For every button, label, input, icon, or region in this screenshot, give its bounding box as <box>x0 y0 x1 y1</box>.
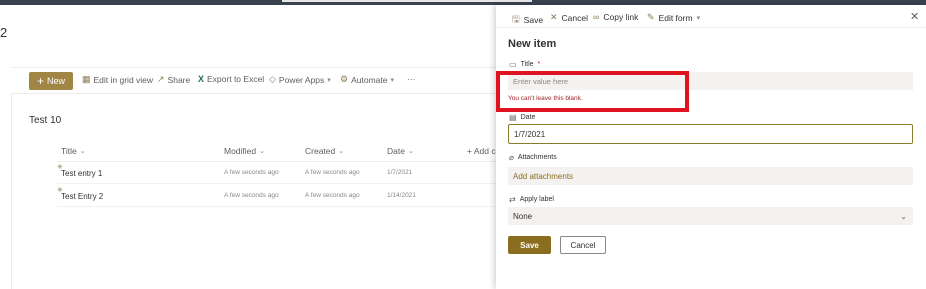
row-1-date: 1/7/2021 <box>387 169 413 176</box>
new-item-panel: 🖫 Save ✕ Cancel ∞ Copy link ✎ Edit form … <box>496 5 926 289</box>
chevron-down-icon: ⌄ <box>259 148 266 155</box>
new-button[interactable]: + New <box>29 72 73 90</box>
apply-label-field-label: ⇄ Apply label <box>509 195 554 204</box>
column-created-label: Created <box>305 146 336 156</box>
column-date-label: Date <box>387 146 405 156</box>
error-highlight-box <box>496 71 689 112</box>
save-icon: 🖫 <box>512 14 520 24</box>
left-divider <box>11 94 12 289</box>
share-icon: ↗ <box>157 74 165 84</box>
column-header-created[interactable]: Created ⌄ <box>305 146 344 156</box>
add-column-label: + Add c <box>467 146 496 156</box>
date-value: 1/7/2021 <box>514 129 546 139</box>
copy-link-label: Copy link <box>603 12 639 22</box>
chevron-down-icon: ▾ <box>696 14 701 22</box>
edit-form-button[interactable]: ✎ Edit form ▾ <box>647 12 700 23</box>
row-1-created: A few seconds ago <box>305 169 360 176</box>
excel-icon: X <box>198 74 205 84</box>
column-title-label: Title <box>61 146 77 156</box>
close-icon: ✕ <box>550 12 558 22</box>
row-2-created: A few seconds ago <box>305 192 360 199</box>
edit-form-label: Edit form <box>658 12 693 23</box>
row-2-modified: A few seconds ago <box>224 192 279 199</box>
calendar-icon: ▤ <box>509 113 517 122</box>
share-button[interactable]: ↗ Share <box>157 74 190 85</box>
column-header-title[interactable]: Title ⌄ <box>61 146 86 156</box>
top-bar-segment <box>282 0 532 2</box>
toolbar-divider <box>496 27 926 28</box>
chevron-down-icon: ⌄ <box>900 211 907 221</box>
panel-cancel-label: Cancel <box>561 12 589 23</box>
row-1-title[interactable]: Test entry 1 <box>61 169 102 178</box>
close-icon[interactable]: ✕ <box>910 10 919 23</box>
list-title: Test 10 <box>29 115 62 126</box>
title-label-text: Title <box>520 61 534 68</box>
row-divider <box>57 206 497 207</box>
chevron-down-icon: ⌄ <box>407 148 414 155</box>
grid-icon: ▦ <box>82 74 91 84</box>
add-column-button[interactable]: + Add c <box>467 146 496 156</box>
panel-title: New item <box>508 38 557 50</box>
copy-link-button[interactable]: ∞ Copy link <box>593 12 638 22</box>
panel-save-button[interactable]: 🖫 Save <box>512 12 543 28</box>
more-button[interactable]: ··· <box>407 74 416 84</box>
automate-button[interactable]: ⚙ Automate ▾ <box>340 74 394 85</box>
edit-grid-label: Edit in grid view <box>93 74 154 85</box>
power-apps-button[interactable]: ◇ Power Apps ▾ <box>269 74 331 85</box>
panel-cancel-button[interactable]: ✕ Cancel <box>550 12 588 23</box>
add-attachments-text: Add attachments <box>513 171 574 181</box>
export-label: Export to Excel <box>207 74 265 84</box>
panel-save-label: Save <box>523 15 544 25</box>
row-divider <box>57 183 497 184</box>
date-input[interactable]: 1/7/2021 <box>508 124 913 144</box>
row-2-title[interactable]: Test Entry 2 <box>61 192 103 201</box>
row-2-date: 1/14/2021 <box>387 192 416 199</box>
paperclip-icon: ⌀ <box>509 153 514 162</box>
automate-icon: ⚙ <box>340 74 349 84</box>
automate-label: Automate <box>351 74 388 85</box>
more-icon: ··· <box>407 74 416 84</box>
chevron-down-icon: ▾ <box>327 76 331 84</box>
apply-label-text: Apply label <box>519 196 554 203</box>
required-marker: * <box>537 61 541 68</box>
chevron-down-icon: ▾ <box>390 76 394 84</box>
column-header-modified[interactable]: Modified ⌄ <box>224 146 265 156</box>
cancel-button[interactable]: Cancel <box>560 236 606 254</box>
column-header-date[interactable]: Date ⌄ <box>387 146 414 156</box>
share-label: Share <box>167 74 191 85</box>
edit-in-grid-view-button[interactable]: ▦ Edit in grid view <box>82 74 153 85</box>
chevron-down-icon: ⌄ <box>338 148 345 155</box>
attachments-field-label: ⌀ Attachments <box>509 153 557 162</box>
power-apps-icon: ◇ <box>269 74 276 84</box>
attachments-label-text: Attachments <box>517 154 557 161</box>
plus-icon: + <box>36 74 44 88</box>
link-icon: ∞ <box>593 12 600 22</box>
title-field-label: ▭ Title * <box>509 60 540 69</box>
header-divider <box>57 161 497 162</box>
row-1-modified: A few seconds ago <box>224 169 279 176</box>
text-field-icon: ▭ <box>509 60 517 69</box>
date-field-label: ▤ Date <box>509 113 535 122</box>
apply-label-value: None <box>513 211 533 221</box>
chevron-down-icon: ⌄ <box>79 148 86 155</box>
add-attachments-link[interactable]: Add attachments <box>508 167 913 185</box>
tag-icon: ⇄ <box>509 195 516 204</box>
apply-label-dropdown[interactable]: None ⌄ <box>508 207 913 225</box>
new-button-label: New <box>47 76 66 86</box>
date-label-text: Date <box>520 114 536 121</box>
pencil-icon: ✎ <box>647 12 655 22</box>
list-page: 2 + New ▦ Edit in grid view ↗ Share X Ex… <box>0 5 497 289</box>
save-button[interactable]: Save <box>508 236 551 254</box>
site-number: 2 <box>0 25 8 40</box>
power-apps-label: Power Apps <box>278 74 325 85</box>
export-to-excel-button[interactable]: X Export to Excel <box>198 74 264 84</box>
column-modified-label: Modified <box>224 146 257 156</box>
